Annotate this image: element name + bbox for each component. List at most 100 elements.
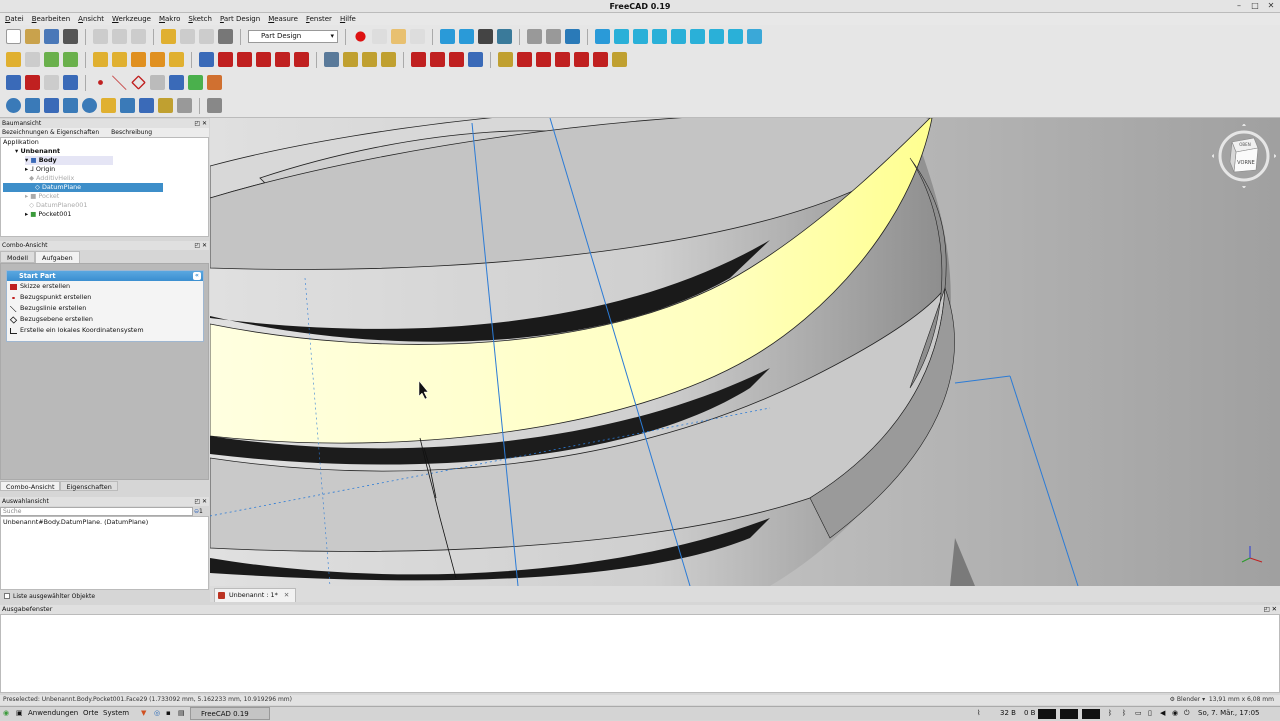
copy-icon[interactable] xyxy=(112,29,127,44)
validate-icon[interactable] xyxy=(207,98,222,113)
task-create-sketch[interactable]: Skizze erstellen xyxy=(7,281,203,292)
clone-icon[interactable] xyxy=(63,75,78,90)
tree-item-origin[interactable]: ▸ ⅃ Origin xyxy=(25,165,55,174)
macro-run-icon[interactable] xyxy=(410,29,425,44)
polar-pattern-icon[interactable] xyxy=(362,52,377,67)
datum-plane-icon[interactable] xyxy=(411,52,426,67)
zoom-icon[interactable] xyxy=(595,29,610,44)
cut-icon[interactable] xyxy=(93,29,108,44)
grid-icon[interactable] xyxy=(139,98,154,113)
fit-all-icon[interactable] xyxy=(440,29,455,44)
menu-makro[interactable]: Makro xyxy=(159,13,180,25)
thickness-icon[interactable] xyxy=(555,52,570,67)
panel-buttons-icon[interactable]: ◰ ✕ xyxy=(1264,605,1277,614)
groove-icon[interactable] xyxy=(237,52,252,67)
open-document-icon[interactable] xyxy=(25,29,40,44)
local-cs-icon[interactable] xyxy=(150,75,165,90)
tree-item-datum-plane[interactable]: ◇ DatumPlane xyxy=(3,183,163,192)
power-icon[interactable]: ⏻ xyxy=(1184,707,1190,720)
browser-icon[interactable]: ◎ xyxy=(154,707,160,720)
undo-icon[interactable] xyxy=(161,29,176,44)
plane-icon[interactable] xyxy=(131,75,146,90)
report-view[interactable] xyxy=(0,614,1280,693)
additive-cylinder-icon[interactable] xyxy=(6,98,21,113)
macro-record-icon[interactable] xyxy=(353,29,368,44)
tree-item-body[interactable]: ▾ ■ Body xyxy=(25,156,113,165)
checkbox[interactable] xyxy=(4,593,10,599)
close-tab-icon[interactable]: ✕ xyxy=(284,591,289,599)
save-document-icon[interactable] xyxy=(44,29,59,44)
task-header[interactable]: Start Part « xyxy=(7,271,203,281)
create-body-icon[interactable] xyxy=(6,52,21,67)
attachment-icon[interactable] xyxy=(44,75,59,90)
tree-column-description[interactable]: Beschreibung xyxy=(111,128,152,137)
task-create-datum-line[interactable]: Bezugslinie erstellen xyxy=(7,303,203,314)
draft-icon[interactable] xyxy=(536,52,551,67)
hole-icon[interactable] xyxy=(218,52,233,67)
desktop-icon[interactable]: ▣ xyxy=(16,707,23,720)
tab-combo-view[interactable]: Combo-Ansicht xyxy=(0,481,61,491)
menu-ansicht[interactable]: Ansicht xyxy=(78,13,104,25)
macro-edit-icon[interactable] xyxy=(391,29,406,44)
sync-view-icon[interactable] xyxy=(565,29,580,44)
chamfer-icon[interactable] xyxy=(517,52,532,67)
subshape-binder-icon[interactable] xyxy=(169,75,184,90)
tab-aufgaben[interactable]: Aufgaben xyxy=(34,251,80,263)
tab-modell[interactable]: Modell xyxy=(0,251,35,263)
tab-properties[interactable]: Eigenschaften xyxy=(60,481,118,491)
selection-entry[interactable]: Unbenannt#Body.DatumPlane. (DatumPlane) xyxy=(3,518,206,526)
back-nav-icon[interactable] xyxy=(527,29,542,44)
nav-style-icon[interactable]: ⚙ xyxy=(1170,696,1175,703)
bluetooth-icon[interactable]: ᛒ xyxy=(1108,707,1112,720)
torus-icon[interactable] xyxy=(101,98,116,113)
fillet-icon[interactable] xyxy=(498,52,513,67)
view-left-icon[interactable] xyxy=(728,29,743,44)
section-icon[interactable] xyxy=(612,52,627,67)
mirrored-icon[interactable] xyxy=(324,52,339,67)
tray-icon[interactable]: ▭ xyxy=(1135,707,1142,720)
menu-bearbeiten[interactable]: Bearbeiten xyxy=(32,13,70,25)
additive-cone-icon[interactable] xyxy=(25,98,40,113)
view-right-icon[interactable] xyxy=(671,29,686,44)
volume-icon[interactable]: ◀ xyxy=(1160,707,1165,720)
sketch-icon[interactable] xyxy=(25,75,40,90)
minimize-icon[interactable]: – xyxy=(1234,1,1244,11)
tree-item-pocket[interactable]: ▸ ■ Pocket xyxy=(25,192,59,201)
view-bottom-icon[interactable] xyxy=(709,29,724,44)
selected-objects-toggle[interactable]: Liste ausgewählter Objekte xyxy=(0,592,209,601)
revolution-icon[interactable] xyxy=(112,52,127,67)
pattern-icon[interactable] xyxy=(63,98,78,113)
tree-item-document[interactable]: ▾ Unbenannt xyxy=(15,147,60,156)
system-menu[interactable]: System xyxy=(103,707,129,720)
task-create-local-cs[interactable]: Erstelle ein lokales Koordinatensystem xyxy=(7,325,203,336)
view-top-icon[interactable] xyxy=(652,29,667,44)
menu-measure[interactable]: Measure xyxy=(268,13,298,25)
bounding-box-icon[interactable] xyxy=(497,29,512,44)
split-icon[interactable] xyxy=(593,52,608,67)
network-icon[interactable]: ⌇ xyxy=(977,707,980,720)
clock[interactable]: So, 7. Mär., 17:05 xyxy=(1198,707,1260,720)
draw-style-icon[interactable] xyxy=(478,29,493,44)
model-render[interactable] xyxy=(210,118,1280,586)
menu-hilfe[interactable]: Hilfe xyxy=(340,13,356,25)
document-tab[interactable]: Unbenannt : 1* ✕ xyxy=(214,588,297,602)
menu-part-design[interactable]: Part Design xyxy=(220,13,260,25)
tree-item-pocket001[interactable]: ▸ ■ Pocket001 xyxy=(25,210,72,219)
view-isometric-icon[interactable] xyxy=(614,29,629,44)
menu-fenster[interactable]: Fenster xyxy=(306,13,332,25)
menu-logo-icon[interactable]: ◉ xyxy=(3,707,9,720)
navigation-cube[interactable]: OBEN VORNE xyxy=(1211,123,1277,189)
task-create-datum-point[interactable]: Bezugspunkt erstellen xyxy=(7,292,203,303)
helix-icon[interactable] xyxy=(169,52,184,67)
new-document-icon[interactable] xyxy=(6,29,21,44)
maximize-icon[interactable]: □ xyxy=(1250,1,1260,11)
taskbar-window-freecad[interactable]: FreeCAD 0.19 xyxy=(190,707,270,720)
navcube-front-label[interactable]: VORNE xyxy=(1237,160,1255,166)
create-part-icon[interactable] xyxy=(25,52,40,67)
selection-search-input[interactable]: Suche xyxy=(0,507,193,516)
panel-buttons-icon[interactable]: ◰ ✕ xyxy=(194,497,207,506)
macro-stop-icon[interactable] xyxy=(372,29,387,44)
addon-icon[interactable] xyxy=(207,75,222,90)
point-icon[interactable] xyxy=(93,75,108,90)
subtractive-pipe-icon[interactable] xyxy=(275,52,290,67)
